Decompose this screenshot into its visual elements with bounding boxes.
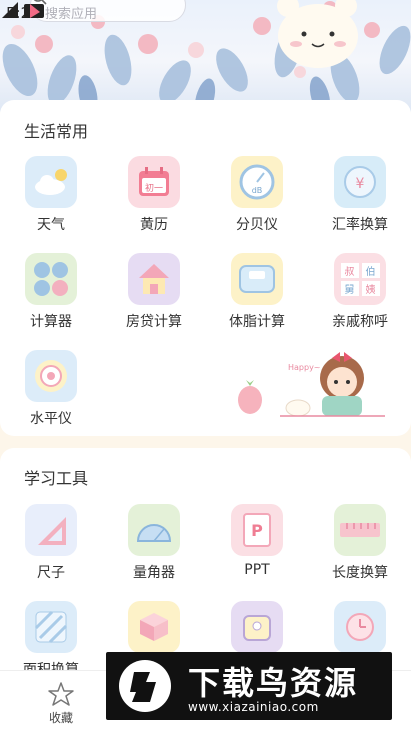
app-time[interactable] (310, 601, 410, 653)
app-calculator[interactable]: 计算器 (1, 253, 101, 331)
app-label: 尺子 (37, 565, 65, 581)
app-weight[interactable] (207, 601, 307, 653)
decibel-gauge-icon: dB (231, 156, 283, 208)
app-decibel-meter[interactable]: dB 分贝仪 (207, 156, 307, 234)
app-label: 汇率换算 (332, 217, 388, 233)
ppt-file-icon: P (231, 504, 283, 556)
watermark-title: 下载鸟资源 (188, 664, 359, 702)
svg-text:¥: ¥ (356, 176, 365, 192)
app-label: 分贝仪 (236, 217, 278, 233)
app-label: 房贷计算 (126, 314, 182, 330)
calendar-text: 初一 (144, 184, 163, 194)
life-section: 生活常用 天气 初一 黄历 dB 分贝仪 ¥ 汇率换算 计算器 房贷计算 体脂计… (0, 100, 411, 436)
app-ruler-triangle[interactable]: 尺子 (1, 504, 101, 582)
app-currency-exchange[interactable]: ¥ 汇率换算 (310, 156, 410, 234)
bird-logo-icon (119, 660, 171, 712)
relative-tile: 舅 (340, 280, 359, 296)
area-icon (25, 601, 77, 653)
tab-favorites[interactable]: 收藏 (48, 681, 74, 726)
relative-tile: 叔 (340, 262, 359, 278)
signal-icon (2, 2, 18, 18)
app-protractor[interactable]: 量角器 (104, 504, 204, 582)
app-mortgage[interactable]: 房贷计算 (104, 253, 204, 331)
app-label: 量角器 (133, 565, 175, 581)
weight-icon (231, 601, 283, 653)
status-icons (2, 2, 44, 18)
app-ppt[interactable]: P PPT (207, 504, 307, 578)
currency-exchange-icon: ¥ (334, 156, 386, 208)
app-label: 计算器 (30, 314, 72, 330)
watermark-banner: 下载鸟资源 www.xiazainiao.com (106, 652, 392, 720)
app-label: 体脂计算 (229, 314, 285, 330)
app-relatives[interactable]: 叔 伯 舅 姨 亲戚称呼 (310, 253, 410, 331)
app-area-conversion[interactable]: 面积换算 (1, 601, 101, 679)
app-length-conversion[interactable]: 长度换算 (310, 504, 410, 582)
relatives-icon: 叔 伯 舅 姨 (334, 253, 386, 305)
triangle-ruler-icon (25, 504, 77, 556)
app-label: 水平仪 (30, 411, 72, 427)
app-label: 黄历 (140, 217, 168, 233)
app-label: 亲戚称呼 (332, 314, 388, 330)
cube-icon (128, 601, 180, 653)
watermark-url: www.xiazainiao.com (188, 700, 319, 714)
section-title-life: 生活常用 (24, 122, 89, 141)
app-label: PPT (244, 562, 270, 578)
app-almanac[interactable]: 初一 黄历 (104, 156, 204, 234)
app-volume[interactable] (104, 601, 204, 653)
app-weather[interactable]: 天气 (1, 156, 101, 234)
star-icon (48, 682, 74, 706)
clock-icon (334, 601, 386, 653)
protractor-icon (128, 504, 180, 556)
section-title-study: 学习工具 (24, 469, 89, 488)
calendar-icon: 初一 (128, 156, 180, 208)
ruler-icon (334, 504, 386, 556)
app-spirit-level[interactable]: 水平仪 (1, 350, 101, 428)
weather-cloud-icon (25, 156, 77, 208)
relative-tile: 姨 (361, 280, 380, 296)
search-bar[interactable]: 搜索应用 (30, 0, 186, 22)
ppt-letter: P (251, 520, 263, 540)
app-label: 长度换算 (332, 565, 388, 581)
app-body-fat[interactable]: 体脂计算 (207, 253, 307, 331)
scale-icon (231, 253, 283, 305)
relative-tile: 伯 (361, 262, 380, 278)
header-banner: 搜索应用 5:21 (0, 0, 411, 112)
house-icon (128, 253, 180, 305)
calculator-icon (25, 253, 77, 305)
sticker-text: Happy~ (288, 363, 321, 372)
level-icon (25, 350, 77, 402)
decibel-text: dB (251, 186, 263, 195)
search-placeholder: 搜索应用 (45, 6, 98, 22)
girl-sticker-decoration: Happy~ (238, 352, 385, 417)
app-label: 天气 (37, 217, 65, 233)
tab-favorites-label: 收藏 (48, 711, 73, 725)
